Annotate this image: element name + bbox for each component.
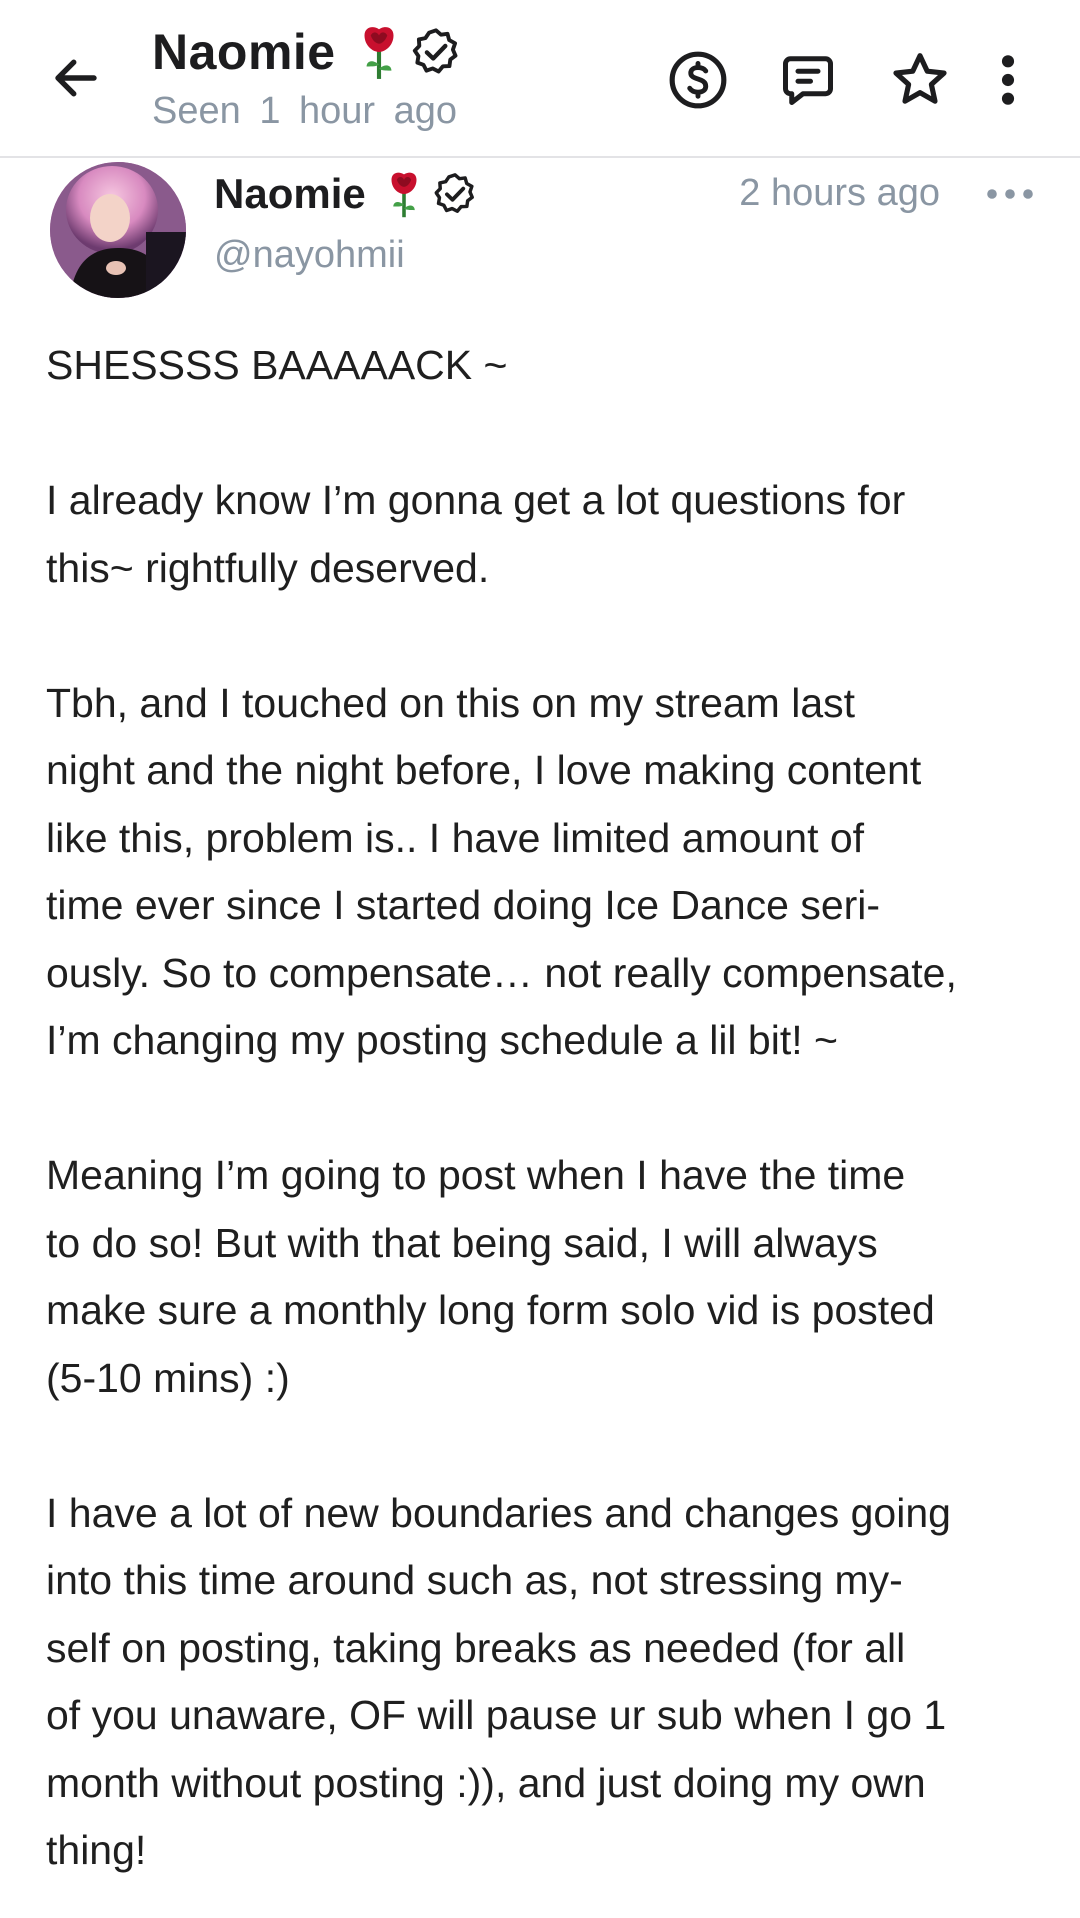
author-name: Naomie [214, 170, 366, 217]
rose-icon [391, 172, 417, 218]
seen-label: Seen [152, 90, 241, 132]
verified-badge-icon [434, 173, 474, 213]
post-options-button[interactable] [980, 166, 1040, 222]
post-paragraph: I already know I’m gonna get a lot quest… [46, 477, 906, 591]
send-tip-button[interactable] [658, 40, 738, 120]
favorite-button[interactable] [880, 40, 960, 120]
more-options-button[interactable] [976, 40, 1040, 120]
post-timestamp: 2 hours ago [739, 172, 940, 214]
avatar-image [50, 162, 186, 298]
post-paragraph: Meaning I’m going to post when I have th… [46, 1152, 935, 1401]
post-paragraph: Tbh, and I touched on this on my stream … [46, 679, 957, 1064]
post-text: SHESSSS BAAAAACK ~ I already know I’m go… [46, 332, 1046, 1885]
post-paragraph: SHESSSS BAAAAACK ~ [46, 342, 508, 388]
post-paragraph: I have a lot of new boundaries and chang… [46, 1489, 951, 1874]
message-icon [783, 56, 833, 105]
author-info[interactable]: Naomie [214, 164, 478, 224]
dollar-circle-icon [669, 51, 727, 109]
seen-time: 1 hour ago [259, 90, 458, 132]
avatar[interactable] [50, 162, 186, 298]
post-header: Naomie @nayohmii 2 hours ago [0, 160, 1080, 305]
chat-header: Naomie Seen 1 hour ago [0, 0, 1080, 158]
author-handle[interactable]: @nayohmii [214, 234, 405, 277]
more-horizontal-icon [987, 189, 1033, 199]
back-button[interactable] [40, 42, 112, 114]
chat-title[interactable]: Naomie Seen 1 hour ago [152, 18, 462, 133]
more-vertical-icon [1001, 55, 1015, 105]
last-seen-status: Seen 1 hour ago [152, 90, 462, 133]
rose-icon [364, 27, 394, 79]
star-icon [893, 53, 947, 104]
verified-badge-icon [412, 28, 458, 74]
arrow-left-icon [55, 59, 97, 97]
message-button[interactable] [768, 40, 848, 120]
contact-name: Naomie [152, 24, 336, 80]
